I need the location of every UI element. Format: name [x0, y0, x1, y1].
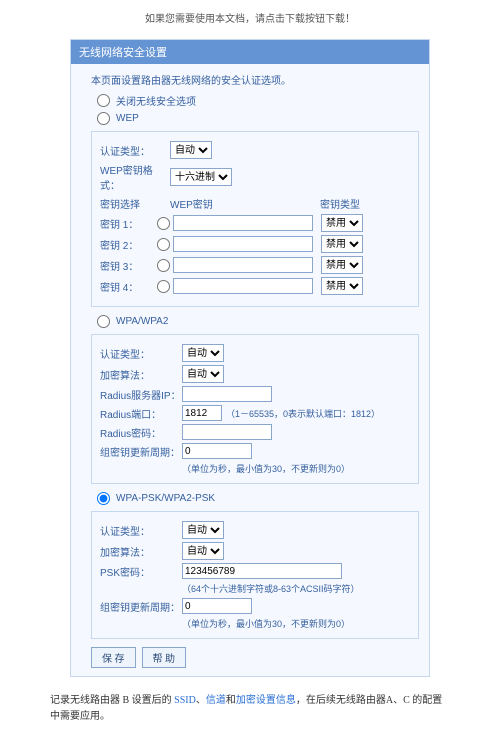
radio-close-label: 关闭无线安全选项: [116, 93, 196, 108]
panel-body: 本页面设置路由器无线网络的安全认证选项。 关闭无线安全选项 WEP 认证类型： …: [71, 64, 429, 676]
panel-title: 无线网络安全设置: [71, 40, 429, 64]
wep-key1-input[interactable]: [173, 215, 313, 231]
wep-key2-type[interactable]: 禁用: [321, 235, 363, 253]
psk-enc-select[interactable]: 自动: [182, 542, 224, 560]
radio-wep[interactable]: [97, 112, 110, 125]
wep-key2-label: 密钥 2：: [100, 237, 155, 252]
radio-wep-label: WEP: [116, 113, 139, 124]
wep-auth-label: 认证类型：: [100, 143, 170, 158]
wpa-enc-label: 加密算法：: [100, 367, 182, 382]
wpa-enc-select[interactable]: 自动: [182, 365, 224, 383]
save-button[interactable]: 保 存: [91, 647, 136, 668]
kw-channel: 信道: [206, 695, 226, 706]
wep-col-select: 密钥选择: [100, 196, 170, 211]
wep-auth-select[interactable]: 自动: [170, 141, 212, 159]
wireless-security-panel: 无线网络安全设置 本页面设置路由器无线网络的安全认证选项。 关闭无线安全选项 W…: [70, 39, 430, 677]
psk-section: 认证类型： 自动 加密算法： 自动 PSK密码： （64个十六进制字符或8-63…: [91, 511, 419, 639]
radio-wpa-psk-label: WPA-PSK/WPA2-PSK: [116, 493, 215, 504]
help-button[interactable]: 帮 助: [142, 647, 187, 668]
wep-key4-radio[interactable]: [157, 280, 170, 293]
psk-renew-hint: （单位为秒，最小值为30，不更新则为0）: [182, 617, 410, 630]
wpa-auth-select[interactable]: 自动: [182, 344, 224, 362]
wep-section: 认证类型： 自动 WEP密钥格式： 十六进制 密钥选择 WEP密钥 密钥类型 密…: [91, 131, 419, 307]
wep-key2-radio[interactable]: [157, 238, 170, 251]
radius-pw-label: Radius密码：: [100, 425, 182, 440]
psk-auth-select[interactable]: 自动: [182, 521, 224, 539]
psk-renew-input[interactable]: [182, 598, 252, 614]
radio-wpa-psk[interactable]: [97, 492, 110, 505]
wpa-renew-hint: （单位为秒，最小值为30，不更新则为0）: [182, 462, 410, 475]
wep-key3-radio[interactable]: [157, 259, 170, 272]
wpa-renew-label: 组密钥更新周期：: [100, 444, 182, 459]
radio-wpa[interactable]: [97, 315, 110, 328]
wep-key1-type[interactable]: 禁用: [321, 214, 363, 232]
radius-port-hint: （1－65535，0表示默认端口：1812）: [226, 407, 380, 420]
wpa-renew-input[interactable]: [182, 443, 252, 459]
wep-key2-input[interactable]: [173, 236, 313, 252]
radius-port-label: Radius端口：: [100, 406, 182, 421]
wpa-section: 认证类型： 自动 加密算法： 自动 Radius服务器IP： Radius端口：…: [91, 334, 419, 484]
intro-text: 本页面设置路由器无线网络的安全认证选项。: [91, 72, 419, 87]
psk-renew-label: 组密钥更新周期：: [100, 599, 182, 614]
wep-key1-label: 密钥 1：: [100, 216, 155, 231]
kw-ssid: SSID: [174, 695, 196, 706]
wep-format-select[interactable]: 十六进制: [170, 168, 232, 186]
psk-pw-label: PSK密码：: [100, 564, 182, 579]
wep-format-label: WEP密钥格式：: [100, 162, 170, 192]
wep-key1-radio[interactable]: [157, 217, 170, 230]
radius-ip-label: Radius服务器IP：: [100, 387, 182, 402]
psk-auth-label: 认证类型：: [100, 523, 182, 538]
wep-key3-type[interactable]: 禁用: [321, 256, 363, 274]
wep-key3-label: 密钥 3：: [100, 258, 155, 273]
radio-wpa-label: WPA/WPA2: [116, 316, 168, 327]
wep-key4-label: 密钥 4：: [100, 279, 155, 294]
radius-port-input[interactable]: [182, 405, 222, 421]
caption-text: 记录无线路由器 B 设置后的 SSID、信道和加密设置信息，在后续无线路由器A、…: [50, 693, 450, 725]
wep-col-type: 密钥类型: [320, 196, 380, 211]
download-note: 如果您需要使用本文档，请点击下载按钮下载！: [0, 0, 500, 39]
wep-key3-input[interactable]: [173, 257, 313, 273]
kw-encrypt: 加密设置信息: [236, 695, 296, 706]
radius-ip-input[interactable]: [182, 386, 272, 402]
wep-key4-type[interactable]: 禁用: [321, 277, 363, 295]
wep-key4-input[interactable]: [173, 278, 313, 294]
radio-close-security[interactable]: [97, 94, 110, 107]
radius-pw-input[interactable]: [182, 424, 272, 440]
wep-col-password: WEP密钥: [170, 196, 320, 211]
psk-enc-label: 加密算法：: [100, 544, 182, 559]
psk-pw-input[interactable]: [182, 563, 342, 579]
psk-pw-hint: （64个十六进制字符或8-63个ACSII码字符）: [182, 582, 410, 595]
wpa-auth-label: 认证类型：: [100, 346, 182, 361]
